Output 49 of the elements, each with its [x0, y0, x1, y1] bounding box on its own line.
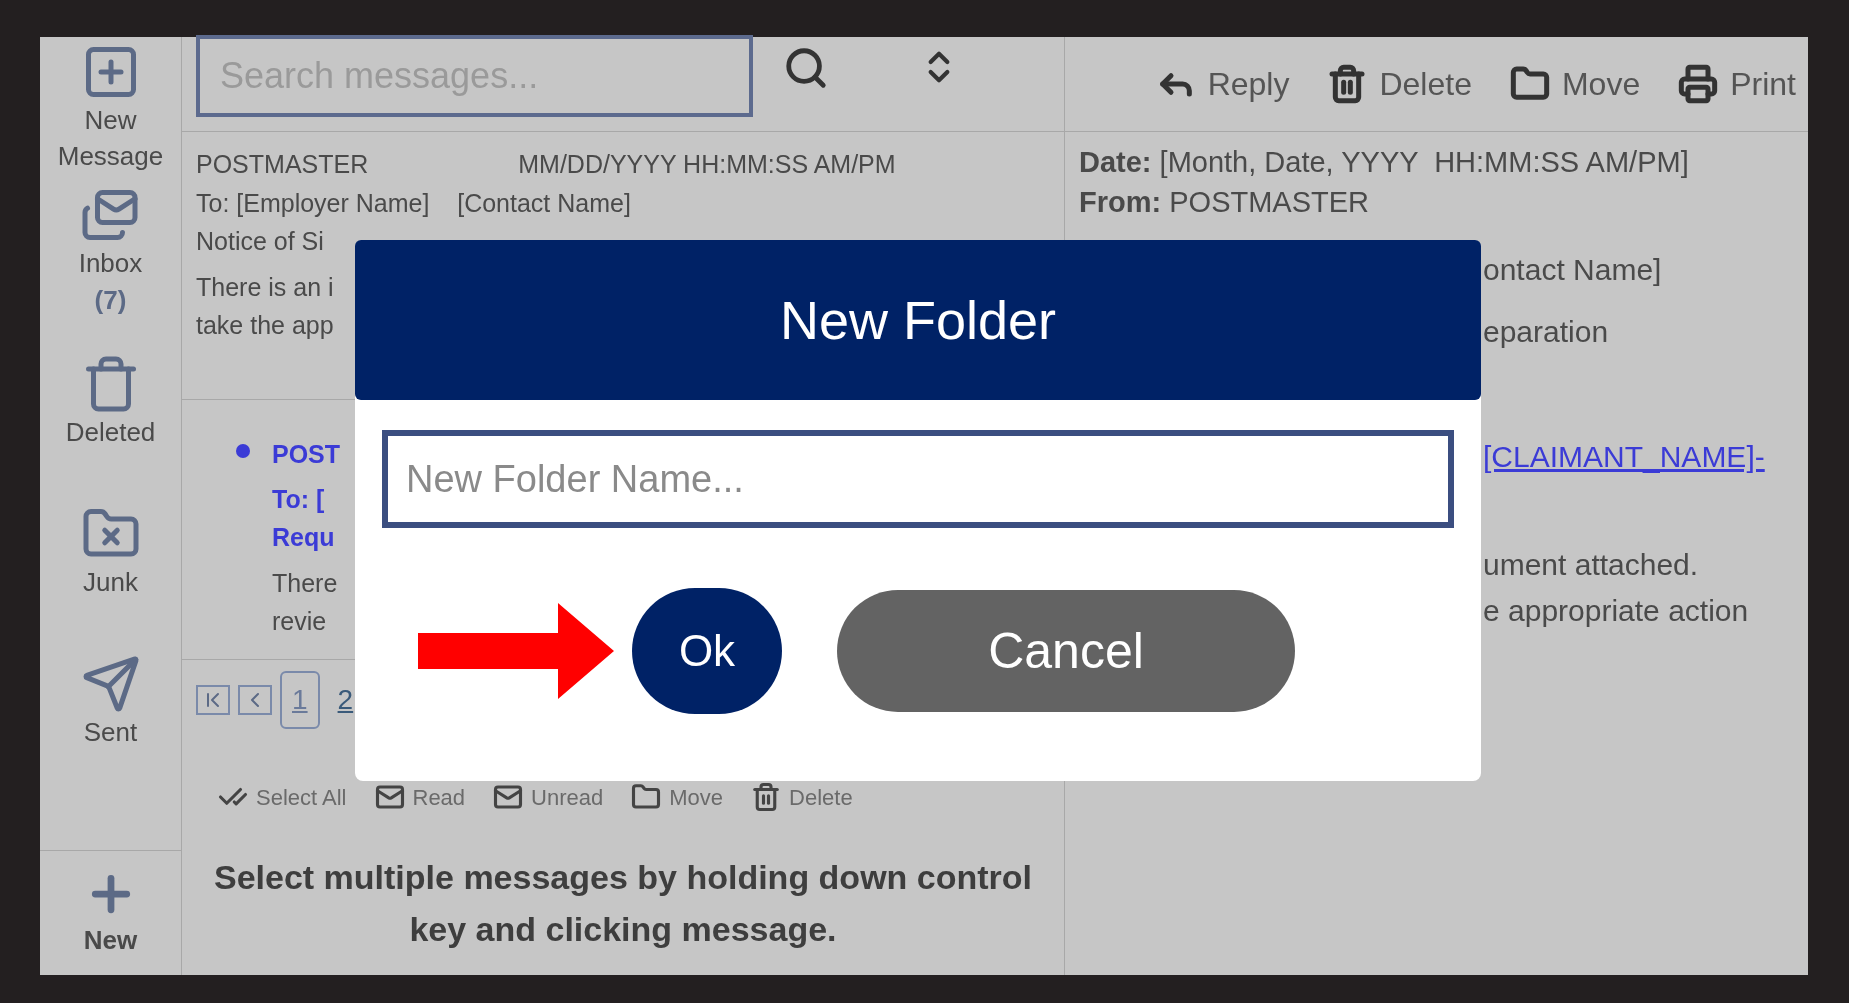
- dialog-title: New Folder: [779, 288, 1057, 352]
- bulk-action-button[interactable]: Read: [374, 780, 466, 814]
- message-preview: revie: [272, 606, 327, 637]
- previous-page-button[interactable]: [238, 685, 272, 715]
- folder-icon: [631, 782, 662, 812]
- toolbar-button[interactable]: Print: [1678, 60, 1796, 108]
- message-body: e appropriate action: [1483, 593, 1749, 629]
- sidebar-item[interactable]: Sent: [83, 714, 138, 750]
- arrow-icon: [418, 603, 614, 699]
- subject: Requ: [272, 522, 335, 553]
- bulk-action-button[interactable]: Move: [631, 780, 724, 814]
- attachment-link[interactable]: [CLAIMANT_NAME]-: [1483, 437, 1765, 477]
- sidebar-item[interactable]: Inbox: [78, 244, 143, 281]
- first-page-button[interactable]: [196, 685, 230, 715]
- trash-icon: [751, 782, 782, 812]
- message-preview: There is an i: [196, 272, 334, 303]
- folder-name-field[interactable]: New Folder Name...: [382, 430, 1454, 528]
- message-preview: There: [272, 568, 338, 599]
- sidebar-item[interactable]: New Message: [40, 102, 181, 174]
- message-body: eparation: [1483, 314, 1609, 350]
- sender: POST: [272, 439, 341, 470]
- bulk-action-button[interactable]: Delete: [751, 780, 853, 814]
- recipient: To: [Employer Name] [Contact Name]: [196, 188, 631, 219]
- help-text: Select multiple messages by holding down control key and clicking message.: [213, 857, 1033, 950]
- unread-count: (7): [94, 283, 127, 317]
- ok-button[interactable]: Ok: [632, 588, 782, 714]
- message-date: MM/DD/YYYY HH:MM:SS AM/PM: [518, 149, 896, 180]
- recipient: To: [: [272, 484, 325, 515]
- sender: POSTMASTER: [196, 149, 369, 180]
- subject: Notice of Si: [196, 226, 324, 257]
- envelope-icon: [493, 782, 524, 812]
- envelope-icon: [374, 782, 405, 812]
- toolbar-button[interactable]: Move: [1509, 60, 1641, 108]
- toolbar-button[interactable]: Reply: [1155, 60, 1290, 108]
- toolbar-button[interactable]: Delete: [1327, 60, 1472, 108]
- message-sender: From: POSTMASTER: [1079, 185, 1371, 220]
- bulk-action-button[interactable]: Select All: [218, 780, 347, 814]
- sidebar-item[interactable]: Junk: [83, 564, 138, 600]
- new-folder-button[interactable]: New: [83, 866, 138, 960]
- page-link[interactable]: 1: [280, 671, 320, 729]
- sidebar-item[interactable]: Deleted: [65, 414, 156, 450]
- bulk-action-button[interactable]: Unread: [493, 780, 604, 814]
- search-icon[interactable]: [783, 45, 829, 91]
- message-body: ontact Name]: [1483, 252, 1662, 288]
- message-preview: take the app: [196, 310, 334, 341]
- printer-icon: [1678, 64, 1719, 104]
- message-date: Date: [Month, Date, YYYY HH:MM:SS AM/PM]: [1079, 145, 1690, 180]
- cancel-button[interactable]: Cancel: [837, 590, 1295, 712]
- message-body: ument attached.: [1483, 547, 1699, 583]
